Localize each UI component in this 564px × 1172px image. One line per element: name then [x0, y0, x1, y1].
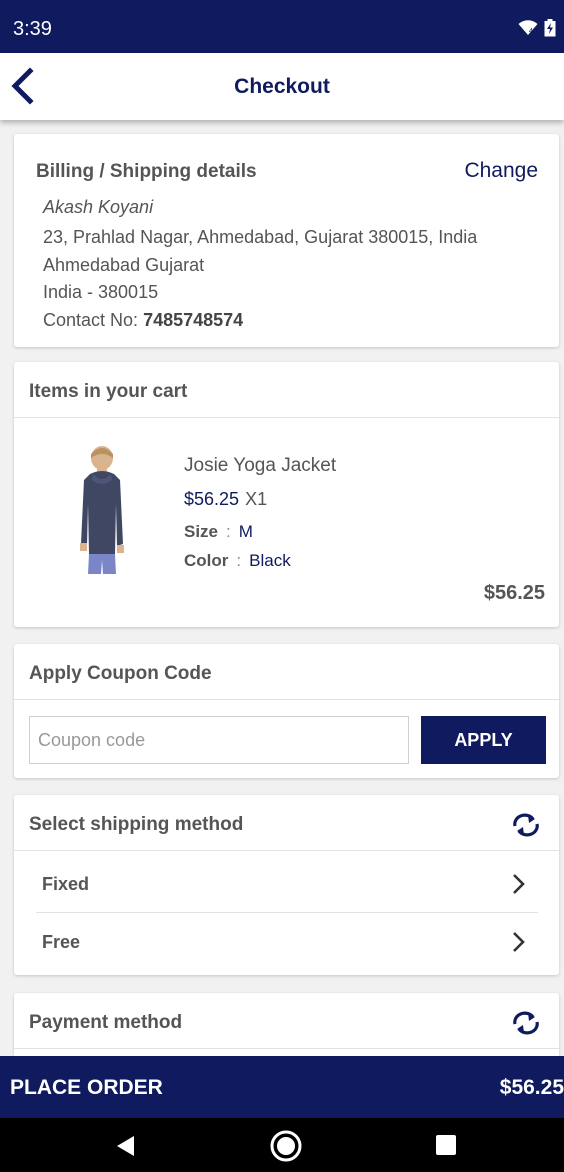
contact-label: Contact No:	[43, 310, 139, 330]
contact-number: 7485748574	[143, 310, 244, 330]
page-title: Checkout	[234, 75, 330, 98]
product-total: $56.25	[483, 582, 545, 604]
place-order-label: PLACE ORDER	[10, 1076, 163, 1099]
system-nav-bar	[0, 1118, 564, 1172]
checkout-content[interactable]: Billing / Shipping details Change Akash …	[0, 120, 564, 1056]
payment-title: Payment method	[29, 1012, 183, 1033]
cart-header: Items in your cart	[14, 362, 559, 418]
cart-title: Items in your cart	[29, 381, 188, 402]
shipping-refresh-button[interactable]	[511, 811, 541, 839]
address-line-1: 23, Prahlad Nagar, Ahmedabad, Gujarat 38…	[43, 227, 478, 247]
wifi-icon: 4	[518, 20, 538, 35]
product-price: $56.25	[184, 489, 240, 509]
product-image[interactable]	[66, 444, 136, 578]
app-bar: Checkout	[0, 53, 564, 120]
size-value: M	[238, 522, 253, 541]
place-order-button[interactable]: PLACE ORDER $56.25	[0, 1056, 564, 1118]
payment-card: Payment method	[14, 993, 559, 1056]
shipping-method-label: Fixed	[42, 874, 90, 894]
recents-square-icon	[436, 1135, 456, 1155]
nav-home-button[interactable]	[269, 1129, 303, 1168]
shipping-method-free[interactable]: Free	[36, 913, 538, 971]
address-line-2: Ahmedabad Gujarat	[43, 255, 205, 275]
apply-coupon-button[interactable]: APPLY	[421, 716, 546, 764]
contact-line: Contact No: 7485748574	[43, 310, 243, 331]
product-name[interactable]: Josie Yoga Jacket	[184, 455, 336, 477]
product-color: Color: Black	[184, 551, 291, 570]
color-value: Black	[249, 551, 291, 570]
svg-text:4: 4	[529, 28, 533, 35]
refresh-icon	[513, 813, 539, 837]
change-address-link[interactable]: Change	[464, 159, 538, 183]
product-price-line: $56.25 X1	[184, 489, 267, 510]
home-circle-icon	[270, 1130, 302, 1162]
order-total: $56.25	[499, 1076, 564, 1099]
shipping-method-label: Free	[42, 932, 81, 952]
address-line-3: India - 380015	[43, 282, 159, 302]
coupon-card: Apply Coupon Code APPLY	[14, 644, 559, 778]
status-bar: 3:39 4	[0, 0, 564, 53]
billing-card: Billing / Shipping details Change Akash …	[14, 134, 559, 347]
coupon-title: Apply Coupon Code	[29, 663, 212, 684]
battery-charging-icon	[544, 19, 556, 37]
shipping-title: Select shipping method	[29, 814, 244, 835]
nav-recents-button[interactable]	[435, 1134, 457, 1161]
shipping-method-fixed[interactable]: Fixed	[36, 855, 538, 913]
back-triangle-icon	[117, 1136, 134, 1156]
billing-name: Akash Koyani	[43, 197, 154, 217]
shipping-card: Select shipping method Fixed Free	[14, 795, 559, 975]
payment-header: Payment method	[14, 993, 559, 1049]
status-icons: 4	[518, 19, 556, 37]
product-quantity: X1	[245, 489, 268, 509]
product-size: Size: M	[184, 522, 253, 541]
coupon-header: Apply Coupon Code	[14, 644, 559, 700]
payment-refresh-button[interactable]	[511, 1009, 541, 1037]
size-label: Size	[184, 522, 219, 541]
billing-title: Billing / Shipping details	[36, 161, 257, 182]
chevron-right-icon	[513, 932, 525, 952]
color-label: Color	[184, 551, 229, 570]
refresh-icon	[513, 1011, 539, 1035]
shipping-header: Select shipping method	[14, 795, 559, 851]
chevron-right-icon	[513, 874, 525, 894]
cart-card: Items in your cart Josie Yoga Jacket $56…	[14, 362, 559, 627]
status-time: 3:39	[13, 18, 52, 40]
nav-back-button[interactable]	[114, 1134, 136, 1163]
coupon-input[interactable]	[29, 716, 409, 764]
